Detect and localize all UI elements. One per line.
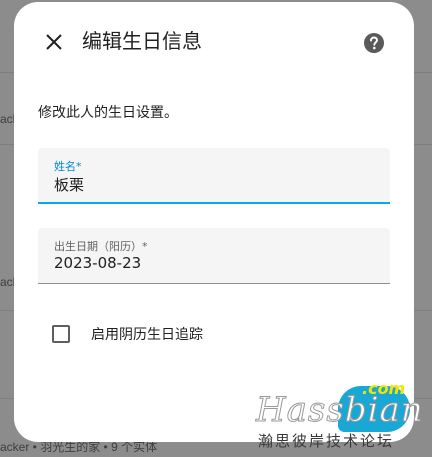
watermark-subtitle: 瀚思彼岸技术论坛 (258, 432, 395, 450)
dialog-description: 修改此人的生日设置。 (38, 105, 178, 121)
birth-date-field-label: 出生日期（阳历）* (54, 240, 148, 253)
birth-date-field[interactable]: 出生日期（阳历）* 2023-08-23 (38, 228, 390, 284)
edit-birthday-dialog: 编辑生日信息 修改此人的生日设置。 姓名* 板栗 出生日期（阳历）* 2023-… (14, 2, 414, 442)
hassbian-watermark: .com Hassbian 瀚思彼岸技术论坛 (252, 379, 432, 457)
close-button[interactable] (38, 26, 70, 58)
dialog-title: 编辑生日信息 (82, 29, 202, 53)
help-circle-icon (364, 33, 384, 53)
name-field[interactable]: 姓名* 板栗 (38, 148, 390, 204)
help-button[interactable] (360, 29, 388, 57)
lunar-birthday-option[interactable]: 启用阴历生日追踪 (52, 324, 203, 344)
watermark-word: Hassbian (256, 390, 424, 431)
lunar-birthday-checkbox-label: 启用阴历生日追踪 (91, 327, 203, 343)
name-field-label: 姓名* (54, 160, 82, 173)
lunar-birthday-checkbox[interactable] (52, 325, 70, 343)
close-icon (46, 34, 62, 50)
birth-date-field-value[interactable]: 2023-08-23 (54, 254, 141, 272)
name-field-value[interactable]: 板栗 (54, 174, 84, 195)
